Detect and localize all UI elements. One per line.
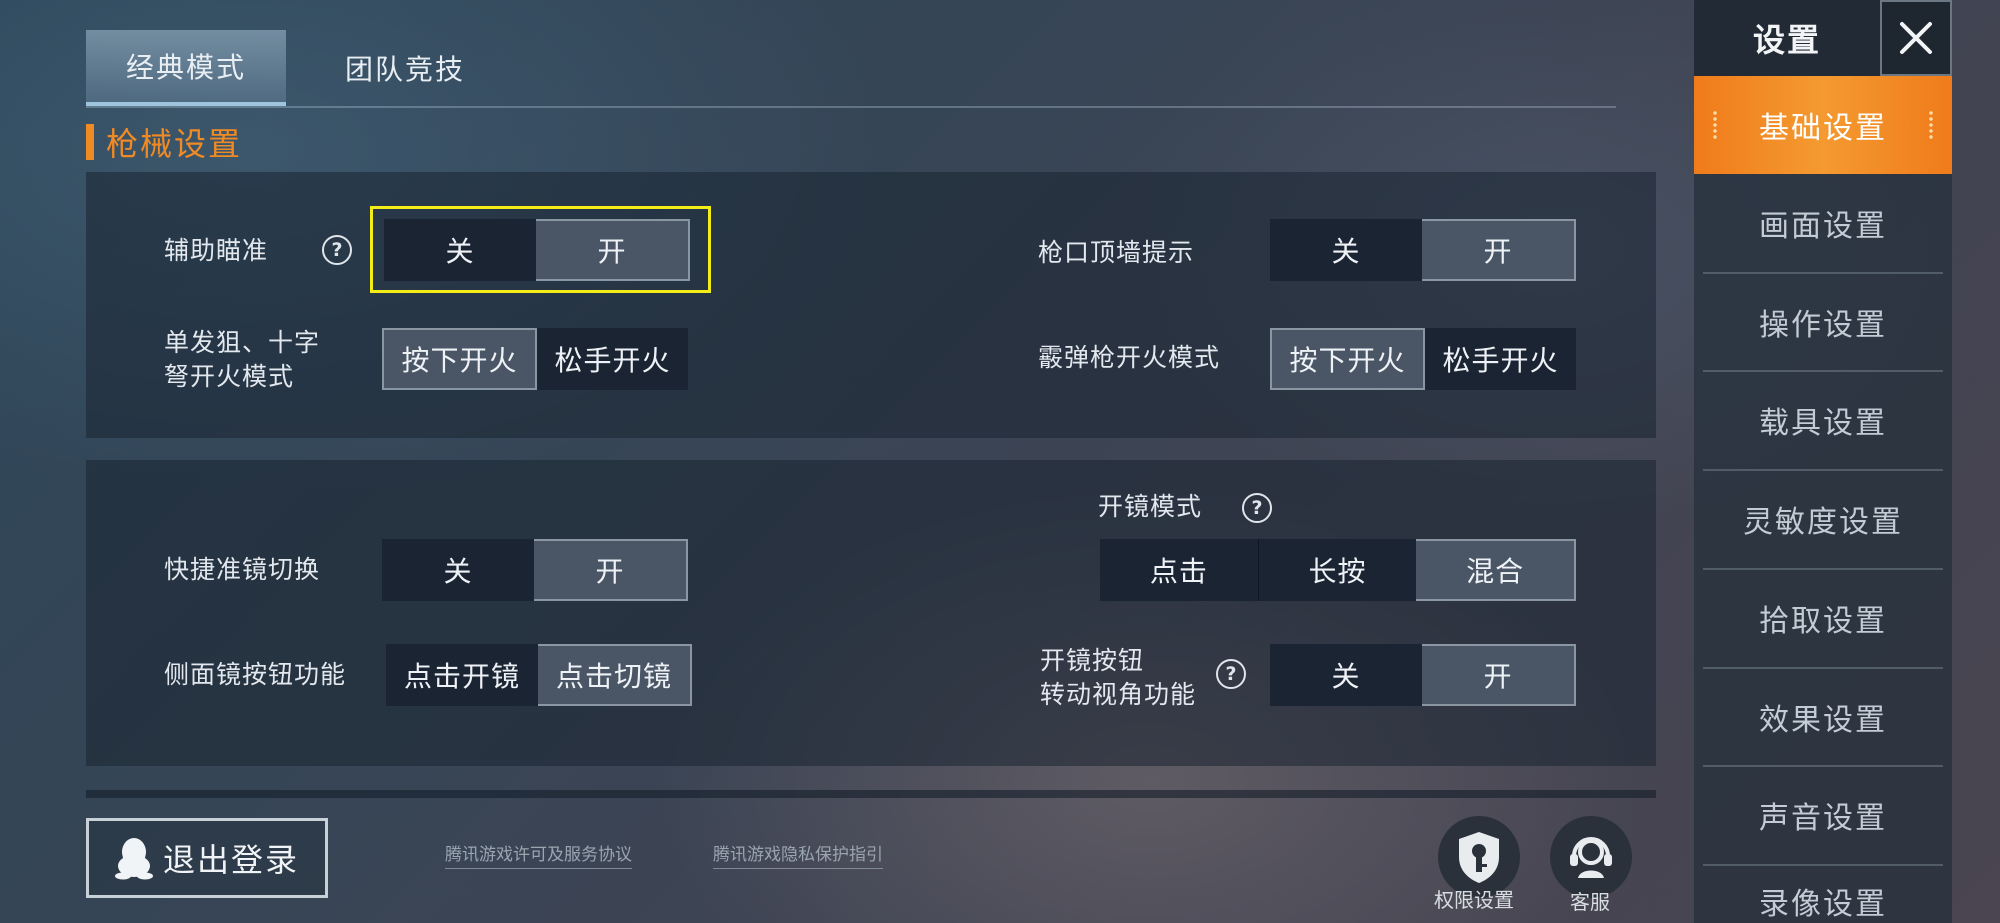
- sidebar-item-controls[interactable]: 操作设置: [1703, 273, 1943, 371]
- muzzle-wall-hint-off-option[interactable]: 关: [1270, 219, 1422, 281]
- shotgun-press-fire-option[interactable]: 按下开火: [1270, 328, 1425, 390]
- quick-scope-switch-toggle: 关 开: [382, 539, 688, 601]
- sidebar-item-recording[interactable]: 录像设置: [1703, 865, 1943, 923]
- side-scope-button-toggle: 点击开镜 点击切镜: [386, 644, 692, 706]
- section-accent-bar: [86, 124, 94, 160]
- aim-assist-help-icon[interactable]: ?: [322, 235, 352, 265]
- scope-rotate-toggle: 关 开: [1270, 644, 1576, 706]
- sidebar-item-vehicle[interactable]: 载具设置: [1703, 371, 1943, 469]
- aim-assist-highlight-box: [370, 206, 711, 293]
- section-title: 枪械设置: [86, 122, 243, 163]
- side-scope-tap-open-option[interactable]: 点击开镜: [386, 644, 538, 706]
- scope-mode-tap-option[interactable]: 点击: [1100, 539, 1258, 601]
- customer-service-label: 客服: [1570, 890, 1610, 914]
- qq-penguin-icon: [114, 838, 153, 880]
- muzzle-wall-hint-label: 枪口顶墙提示: [1038, 238, 1195, 267]
- quick-scope-switch-label: 快捷准镜切换: [164, 555, 321, 584]
- scope-mode-toggle: 点击 长按 混合: [1100, 539, 1577, 601]
- sniper-fire-mode-toggle: 按下开火 松手开火: [382, 328, 688, 390]
- scope-mode-hold-option[interactable]: 长按: [1257, 539, 1417, 601]
- sidebar-item-audio[interactable]: 声音设置: [1703, 766, 1943, 864]
- scope-mode-help-icon[interactable]: ?: [1242, 493, 1272, 523]
- shotgun-fire-mode-label: 霰弹枪开火模式: [1038, 343, 1221, 372]
- headset-icon: [1570, 837, 1612, 878]
- muzzle-wall-hint-toggle: 关 开: [1270, 219, 1576, 281]
- section-title-text: 枪械设置: [106, 125, 243, 163]
- key-shield-icon: [1459, 832, 1499, 883]
- sidebar-item-sensitivity[interactable]: 灵敏度设置: [1703, 470, 1943, 568]
- weapon-settings-panel-1: [86, 172, 1656, 438]
- scope-rotate-on-option[interactable]: 开: [1422, 644, 1576, 706]
- scope-rotate-off-option[interactable]: 关: [1270, 644, 1422, 706]
- scope-rotate-label-line1: 开镜按钮: [1040, 646, 1145, 675]
- permissions-button-label: 权限设置: [1434, 888, 1514, 912]
- privacy-guide-link[interactable]: 腾讯游戏隐私保护指引: [713, 840, 883, 869]
- scope-mode-mixed-option[interactable]: 混合: [1416, 539, 1577, 601]
- sniper-fire-mode-label-line1: 单发狙、十字: [164, 328, 321, 357]
- tab-team-deathmatch[interactable]: 团队竞技: [305, 30, 505, 106]
- sniper-press-fire-option[interactable]: 按下开火: [382, 328, 537, 390]
- license-agreement-link[interactable]: 腾讯游戏许可及服务协议: [445, 840, 632, 869]
- close-button[interactable]: [1880, 0, 1952, 76]
- tab-divider: [86, 106, 1616, 108]
- scope-rotate-help-icon[interactable]: ?: [1216, 659, 1246, 689]
- sidebar-item-effects[interactable]: 效果设置: [1703, 668, 1943, 766]
- sidebar-item-graphics[interactable]: 画面设置: [1703, 174, 1943, 272]
- shotgun-release-fire-option[interactable]: 松手开火: [1425, 328, 1576, 390]
- muzzle-wall-hint-on-option[interactable]: 开: [1422, 219, 1576, 281]
- tab-classic-mode[interactable]: 经典模式: [86, 30, 286, 106]
- quick-scope-on-option[interactable]: 开: [534, 539, 688, 601]
- logout-button-label: 退出登录: [162, 841, 299, 879]
- sidebar-item-basic[interactable]: 基础设置: [1694, 76, 1952, 174]
- panel-3-top-edge: [86, 790, 1656, 798]
- sniper-fire-mode-label-line2: 弩开火模式: [164, 362, 295, 391]
- sidebar-title: 设置: [1752, 21, 1821, 59]
- quick-scope-off-option[interactable]: 关: [382, 539, 534, 601]
- close-icon: [1900, 22, 1932, 54]
- weapon-settings-panel-2: [86, 460, 1656, 766]
- side-scope-tap-switch-option[interactable]: 点击切镜: [538, 644, 692, 706]
- sidebar-item-pickup[interactable]: 拾取设置: [1703, 569, 1943, 667]
- sniper-release-fire-option[interactable]: 松手开火: [537, 328, 688, 390]
- scope-rotate-label-line2: 转动视角功能: [1040, 680, 1197, 709]
- shotgun-fire-mode-toggle: 按下开火 松手开火: [1270, 328, 1576, 390]
- scope-mode-label: 开镜模式: [1098, 492, 1203, 521]
- aim-assist-label: 辅助瞄准: [164, 236, 269, 265]
- logout-button[interactable]: 退出登录: [86, 818, 328, 898]
- side-scope-button-label: 侧面镜按钮功能: [164, 660, 347, 689]
